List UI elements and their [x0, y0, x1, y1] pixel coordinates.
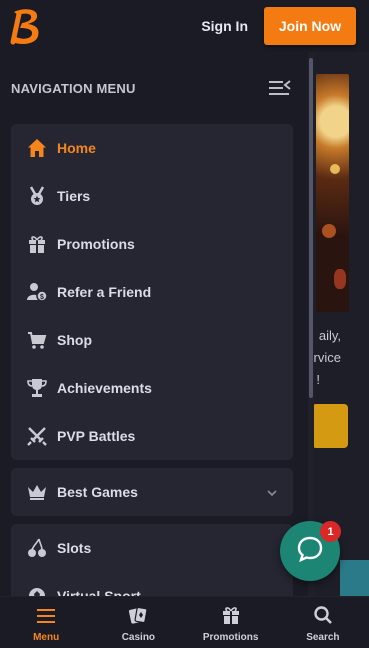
- nav-item-label: PVP Battles: [57, 428, 136, 444]
- menu-icon: [36, 607, 56, 628]
- crown-icon: [27, 482, 47, 502]
- nav-item-label: Shop: [57, 332, 92, 348]
- trophy-icon: [27, 378, 47, 398]
- collapse-menu-icon[interactable]: [268, 78, 292, 98]
- join-now-button[interactable]: Join Now: [264, 7, 356, 45]
- nav-item-pvp-battles[interactable]: PVP Battles: [11, 412, 293, 460]
- cherries-icon: [27, 538, 47, 558]
- nav-item-shop[interactable]: Shop: [11, 316, 293, 364]
- nav-item-label: Slots: [57, 540, 92, 556]
- nav-item-home[interactable]: Home: [11, 124, 293, 172]
- cards-icon: [128, 605, 148, 628]
- bottom-nav-menu[interactable]: Menu: [0, 597, 92, 648]
- navigation-menu-title: NAVIGATION MENU: [11, 80, 136, 96]
- best-games-dropdown[interactable]: Best Games: [11, 468, 293, 516]
- nav-item-label: Refer a Friend: [57, 284, 152, 300]
- gift-icon: [27, 234, 47, 254]
- top-bar: Sign In Join Now: [0, 0, 369, 52]
- best-games-label: Best Games: [57, 484, 138, 500]
- nav-item-tiers[interactable]: Tiers: [11, 172, 293, 220]
- main-nav-group: Home Tiers Promotions $ Refer a Friend S…: [11, 124, 293, 460]
- home-icon: [27, 138, 47, 158]
- brand-logo[interactable]: [6, 4, 46, 48]
- bottom-nav-label: Search: [306, 632, 340, 643]
- cart-icon: [27, 330, 47, 350]
- nav-item-label: Home: [57, 140, 96, 156]
- background-button: [312, 404, 348, 448]
- promo-banner-image: [316, 74, 349, 312]
- nav-item-label: Virtual Sport: [57, 588, 141, 596]
- bottom-nav-label: Menu: [33, 632, 60, 643]
- svg-text:$: $: [40, 294, 44, 301]
- chat-bubble-icon: [296, 535, 324, 568]
- refer-friend-icon: $: [27, 282, 47, 302]
- bottom-nav-casino[interactable]: Casino: [92, 597, 184, 648]
- medal-icon: [27, 186, 47, 206]
- swords-icon: [27, 426, 47, 446]
- bottom-nav-label: Promotions: [202, 632, 259, 643]
- nav-item-slots[interactable]: Slots: [11, 524, 293, 572]
- nav-item-achievements[interactable]: Achievements: [11, 364, 293, 412]
- gift-icon: [221, 605, 241, 628]
- sign-in-button[interactable]: Sign In: [201, 18, 248, 34]
- chevron-down-icon: [267, 483, 277, 501]
- search-icon: [313, 605, 333, 628]
- navigation-menu: NAVIGATION MENU Home Tiers Promotions $ …: [0, 52, 308, 596]
- best-games-group: Best Games: [11, 468, 293, 516]
- nav-item-label: Achievements: [57, 380, 152, 396]
- bottom-nav-search[interactable]: Search: [277, 597, 369, 648]
- bottom-nav-label: Casino: [121, 632, 156, 643]
- virtual-sport-icon: [27, 586, 47, 596]
- nav-item-virtual-sport[interactable]: Virtual Sport: [11, 572, 293, 596]
- nav-item-promotions[interactable]: Promotions: [11, 220, 293, 268]
- bottom-nav-promotions[interactable]: Promotions: [185, 597, 277, 648]
- nav-item-label: Promotions: [57, 236, 135, 252]
- categories-group: Slots Virtual Sport: [11, 524, 293, 596]
- scrollbar-thumb[interactable]: [309, 58, 313, 398]
- bottom-navigation: Menu Casino Promotions Search: [0, 596, 369, 648]
- background-tile: [340, 560, 369, 596]
- nav-item-label: Tiers: [57, 188, 91, 204]
- nav-item-refer-a-friend[interactable]: $ Refer a Friend: [11, 268, 293, 316]
- chat-notification-badge: 1: [320, 521, 341, 542]
